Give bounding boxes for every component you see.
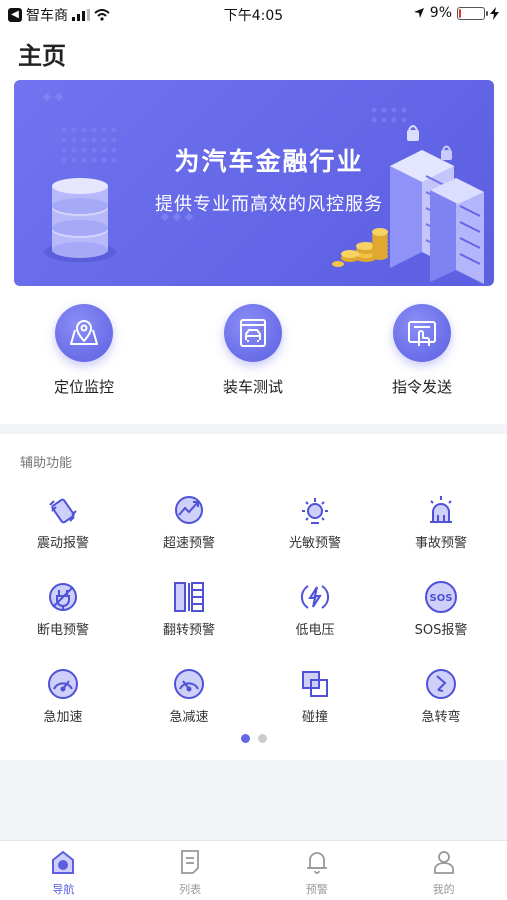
flip-warning-button[interactable]: 翻转预警 <box>134 579 244 638</box>
hard-acceleration-label: 急加速 <box>43 710 83 725</box>
user-icon <box>433 851 454 874</box>
overspeed-icon <box>171 492 207 528</box>
flip-icon <box>171 579 207 615</box>
main-actions: 定位监控 装车测试 指令发送 <box>0 304 507 414</box>
location-monitor-button[interactable]: 定位监控 <box>14 304 154 397</box>
location-monitor-icon <box>55 304 113 362</box>
page-header: 主页 <box>0 28 507 72</box>
list-icon <box>181 850 200 874</box>
aux-functions-card: 辅助功能 震动报警 超速预警 光敏预警 事故预警 断电预警 翻转预警 低电压 S… <box>0 434 507 760</box>
power-off-icon <box>45 579 81 615</box>
power-off-label: 断电预警 <box>36 623 89 638</box>
promo-banner[interactable]: 为汽车金融行业 提供专业而高效的风控服务 <box>14 80 494 286</box>
battery-level <box>459 8 461 18</box>
banner-subtitle: 提供专业而高效的风控服务 <box>155 194 383 215</box>
hard-braking-icon <box>171 666 207 702</box>
page-dot[interactable] <box>257 734 267 743</box>
vibration-icon <box>45 492 81 528</box>
light-sensor-label: 光敏预警 <box>288 536 341 551</box>
hard-braking-button[interactable]: 急减速 <box>134 666 244 725</box>
page-title: 主页 <box>18 42 66 70</box>
sos-alarm-button[interactable]: SOS SOS报警 <box>386 579 496 638</box>
overspeed-label: 超速预警 <box>162 536 215 551</box>
hard-acceleration-icon <box>45 666 81 702</box>
home-icon <box>52 850 75 874</box>
vibration-alarm-button[interactable]: 震动报警 <box>8 492 118 551</box>
low-voltage-button[interactable]: 低电压 <box>260 579 370 638</box>
aux-section-title: 辅助功能 <box>20 456 73 471</box>
collision-icon <box>297 666 333 702</box>
install-test-label: 装车测试 <box>222 378 283 396</box>
vibration-label: 震动报警 <box>36 536 89 551</box>
tab-profile-label: 我的 <box>432 883 455 896</box>
light-sensor-warning-button[interactable]: 光敏预警 <box>260 492 370 551</box>
status-right: 9% <box>413 5 499 21</box>
location-monitor-label: 定位监控 <box>53 378 114 396</box>
install-test-button[interactable]: 装车测试 <box>183 304 323 397</box>
page-dot-active[interactable] <box>240 734 250 743</box>
sharp-turn-icon <box>423 666 459 702</box>
status-bar: ◀ 智车商 下午4:05 9% <box>0 0 507 28</box>
install-test-icon <box>224 304 282 362</box>
flip-label: 翻转预警 <box>162 623 215 638</box>
tab-profile[interactable]: 我的 <box>380 841 507 900</box>
hard-acceleration-button[interactable]: 急加速 <box>8 666 118 725</box>
light-sensor-icon <box>297 492 333 528</box>
tab-navigation-label: 导航 <box>52 883 75 896</box>
hard-braking-label: 急减速 <box>169 710 209 725</box>
accident-warning-button[interactable]: 事故预警 <box>386 492 496 551</box>
collision-button[interactable]: 碰撞 <box>260 666 370 725</box>
charging-bolt-icon <box>490 6 499 20</box>
tab-alerts-label: 预警 <box>305 883 328 896</box>
tab-alerts[interactable]: 预警 <box>254 841 381 900</box>
banner-title: 为汽车金融行业 <box>174 147 364 176</box>
tab-bar: 导航 列表 预警 我的 <box>0 840 507 900</box>
command-send-label: 指令发送 <box>391 378 452 396</box>
sos-icon: SOS <box>423 579 459 615</box>
top-card: 为汽车金融行业 提供专业而高效的风控服务 定位监控 装车测试 指令发送 <box>0 72 507 424</box>
page-indicator <box>0 734 507 743</box>
coins-graphic <box>332 228 388 267</box>
banner-illustration <box>42 92 484 284</box>
location-arrow-icon <box>413 8 424 18</box>
low-voltage-icon <box>297 579 333 615</box>
accident-icon <box>423 492 459 528</box>
overspeed-warning-button[interactable]: 超速预警 <box>134 492 244 551</box>
tab-list-label: 列表 <box>179 883 202 896</box>
bell-icon <box>306 852 327 874</box>
sharp-turn-button[interactable]: 急转弯 <box>386 666 496 725</box>
power-off-warning-button[interactable]: 断电预警 <box>8 579 118 638</box>
svg-text:SOS: SOS <box>430 593 453 604</box>
sharp-turn-label: 急转弯 <box>421 710 461 725</box>
accident-label: 事故预警 <box>414 536 467 551</box>
command-send-icon <box>393 304 451 362</box>
battery-percent: 9% <box>429 5 452 21</box>
collision-label: 碰撞 <box>301 710 328 725</box>
command-send-button[interactable]: 指令发送 <box>352 304 492 397</box>
tab-list[interactable]: 列表 <box>127 841 254 900</box>
battery-icon <box>457 6 488 20</box>
sos-label: SOS报警 <box>414 623 468 638</box>
tab-navigation[interactable]: 导航 <box>0 841 127 900</box>
low-voltage-label: 低电压 <box>295 623 335 638</box>
